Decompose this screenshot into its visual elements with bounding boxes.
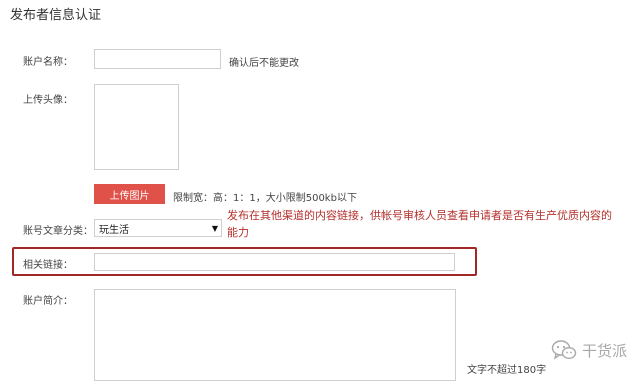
annotation-text: 发布在其他渠道的内容链接，供帐号审核人员查看申请者是否有生产优质内容的能力: [227, 209, 612, 239]
avatar-size-hint: 限制宽：高：1：1，大小限制500kb以下: [173, 193, 357, 204]
dropdown-arrow-icon: ▼: [211, 223, 218, 233]
intro-label: 账户简介：: [23, 296, 73, 307]
wechat-icon: [551, 340, 577, 360]
avatar-preview-box: [94, 84, 179, 170]
category-select[interactable]: 玩生活 ▼: [94, 219, 222, 237]
account-name-input[interactable]: [94, 49, 221, 69]
upload-image-button[interactable]: 上传图片: [94, 184, 165, 204]
intro-length-hint: 文字不超过180字: [467, 365, 547, 376]
category-label: 账号文章分类：: [23, 226, 93, 237]
related-link-input[interactable]: [94, 253, 455, 271]
related-link-label: 相关链接：: [23, 260, 73, 271]
avatar-label: 上传头像：: [23, 95, 73, 106]
category-selected-value: 玩生活: [99, 224, 129, 236]
account-name-hint: 确认后不能更改: [229, 58, 299, 69]
page-title: 发布者信息认证: [10, 8, 102, 23]
intro-textarea[interactable]: [94, 289, 456, 381]
watermark-text: 干货派: [581, 341, 627, 360]
watermark: 干货派: [551, 339, 627, 361]
account-name-label: 账户名称：: [23, 57, 73, 68]
